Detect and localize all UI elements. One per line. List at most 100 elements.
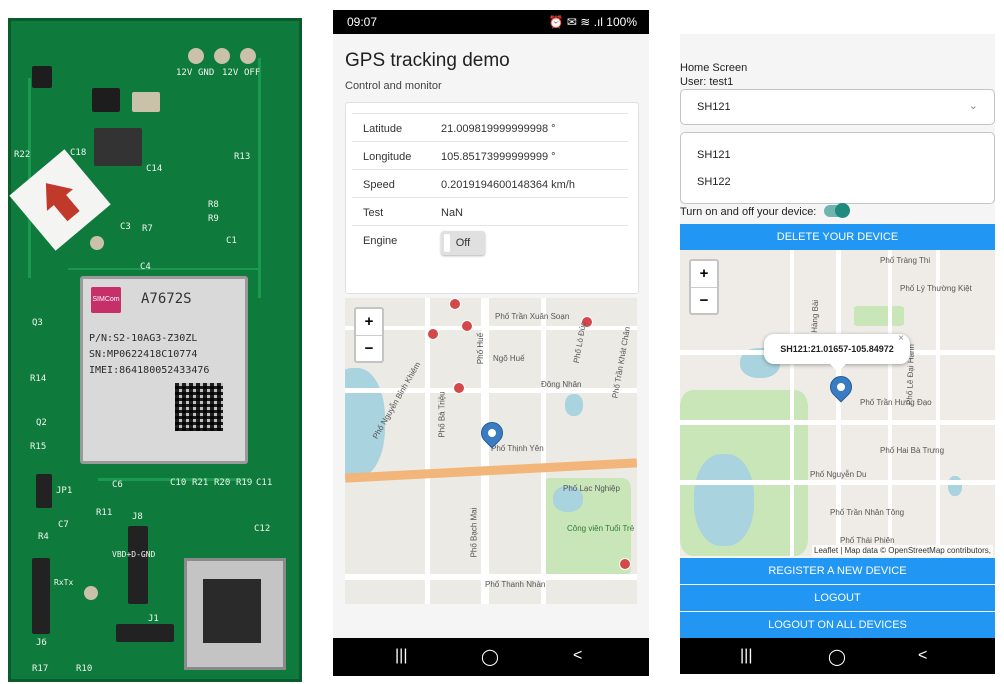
hospital-icon (461, 320, 473, 332)
zoom-in-button[interactable]: + (356, 309, 382, 336)
android-nav-bar: ||| ◯ < (680, 638, 995, 674)
pcb-silk-label: C14 (146, 164, 163, 174)
recent-apps-icon[interactable]: ||| (395, 647, 407, 665)
lake (565, 394, 583, 416)
module-sn: SN:MP0622418C10774 (89, 349, 198, 360)
module-imei: IMEI:864180052433476 (89, 365, 210, 376)
dropdown-item[interactable]: SH122 (697, 176, 731, 188)
pcb-antenna-pad (84, 586, 98, 600)
qr-code (175, 383, 223, 431)
pcb-silk-label: R10 (76, 664, 93, 674)
pcb-silk-label: OFF (244, 68, 261, 78)
device-select[interactable]: SH121 ⌄ (680, 89, 995, 125)
map-label: Phố Bà Triệu (437, 391, 447, 438)
road (936, 250, 940, 556)
status-bar: 09:07 ⏰ ✉ ≋ .ıl 100% (333, 10, 649, 34)
row-value: 0.2019194600148364 km/h (441, 179, 575, 191)
pcb-pad (188, 48, 204, 64)
pcb-silk-label: C7 (58, 520, 69, 530)
map-label: Phố Lạc Nghiệp (563, 484, 620, 493)
pcb-silk-label: R8 (208, 200, 219, 210)
module-model: A7672S (141, 291, 192, 307)
map-marker-icon[interactable] (825, 371, 857, 403)
map-label: Phố Thái Phiên (840, 536, 895, 545)
zoom-control: + − (354, 307, 384, 363)
pcb-component (92, 88, 120, 112)
dropdown-item[interactable]: SH121 (697, 149, 731, 161)
map-label: Đông Nhân (541, 380, 582, 389)
home-icon[interactable]: ◯ (481, 647, 499, 667)
home-icon[interactable]: ◯ (828, 647, 846, 667)
road (425, 298, 430, 604)
logout-all-button[interactable]: LOGOUT ON ALL DEVICES (680, 612, 995, 638)
pcb-silk-label: C18 (70, 148, 87, 158)
map-view[interactable]: Phố Tràng Thi Phố Lý Thường Kiệt Phố Trầ… (680, 250, 995, 556)
map-label: Phố Nguyễn Du (810, 470, 867, 479)
page-subtitle: Control and monitor (345, 80, 442, 92)
pcb-silk-label: R9 (208, 214, 219, 224)
sim-card-slot (184, 558, 286, 670)
close-icon[interactable]: × (898, 324, 904, 354)
phone-gps-demo: 09:07 ⏰ ✉ ≋ .ıl 100% GPS tracking demo C… (333, 10, 649, 676)
device-power-switch[interactable] (824, 203, 850, 218)
lake (694, 454, 754, 546)
pcb-silk-label: R7 (142, 224, 153, 234)
popup-text: SH121:21.01657-105.84972 (780, 344, 894, 354)
telemetry-row-test: Test NaN (352, 197, 628, 226)
zoom-in-button[interactable]: + (691, 261, 717, 288)
pcb-silk-label: 12V (176, 68, 193, 78)
home-screen-label: Home Screen (680, 62, 748, 74)
pcb-silk-label: R11 (96, 508, 113, 518)
map-view[interactable]: Phố Trần Xuân Soạn Phố Huế Phố Lò Đúc Ng… (345, 298, 637, 604)
zoom-out-button[interactable]: − (691, 288, 717, 314)
status-icons: ⏰ ✉ ≋ .ıl 100% (548, 15, 637, 29)
pcb-pad (240, 48, 256, 64)
logout-button[interactable]: LOGOUT (680, 585, 995, 611)
recent-apps-icon[interactable]: ||| (740, 647, 752, 665)
zoom-out-button[interactable]: − (356, 336, 382, 362)
toggle-label: Turn on and off your device: (680, 206, 817, 218)
back-icon[interactable]: < (573, 647, 582, 665)
hospital-icon (619, 558, 631, 570)
pcb-header (36, 474, 52, 508)
register-device-button[interactable]: REGISTER A NEW DEVICE (680, 558, 995, 584)
map-label: Ngõ Huế (493, 354, 525, 363)
android-nav-bar: ||| ◯ < (333, 638, 649, 676)
row-label: Test (363, 207, 384, 219)
pcb-silk-label: R17 (32, 664, 49, 674)
row-value: 105.85173999999999 ° (441, 151, 556, 163)
pcb-header (32, 558, 50, 634)
back-icon[interactable]: < (918, 647, 927, 665)
hospital-icon (427, 328, 439, 340)
pcb-silk-label: R20 (214, 478, 231, 488)
device-dropdown: SH121 SH122 (680, 132, 995, 204)
map-label: Phố Hai Bà Trưng (880, 446, 945, 455)
hospital-icon (449, 298, 461, 310)
lake (948, 476, 962, 496)
map-label: Phố Lý Thường Kiệt (900, 284, 972, 293)
pcb-silk-label: C10 (170, 478, 187, 488)
map-label: Phố Tràng Thi (880, 256, 931, 265)
simcom-logo: SIMCom (91, 287, 121, 313)
chevron-down-icon: ⌄ (968, 100, 978, 112)
pcb-header (128, 526, 148, 604)
delete-device-button[interactable]: DELETE YOUR DEVICE (680, 224, 995, 250)
telemetry-card: Latitude 21.009819999999998 ° Longitude … (345, 102, 639, 294)
pcb-pad (214, 48, 230, 64)
user-label: User: test1 (680, 76, 734, 88)
pcb-silk-label: R13 (234, 152, 251, 162)
road (790, 250, 794, 556)
pcb-silk-label: Q3 (32, 318, 43, 328)
telemetry-row-latitude: Latitude 21.009819999999998 ° (352, 113, 628, 142)
pcb-silk-label: R21 (192, 478, 209, 488)
pcb-silk-label: C3 (120, 222, 131, 232)
pcb-header (116, 624, 174, 642)
pcb-silk-label: 12V (222, 68, 239, 78)
road (345, 326, 637, 330)
pcb-silk-label: C11 (256, 478, 273, 488)
map-attribution[interactable]: Leaflet | Map data © OpenStreetMap contr… (812, 545, 993, 556)
zoom-control: + − (689, 259, 719, 315)
pcb-trace (258, 58, 261, 298)
engine-toggle[interactable]: Off (441, 231, 485, 255)
gsm-module: SIMCom A7672S P/N:S2-10AG3-Z30ZL SN:MP06… (80, 276, 248, 464)
